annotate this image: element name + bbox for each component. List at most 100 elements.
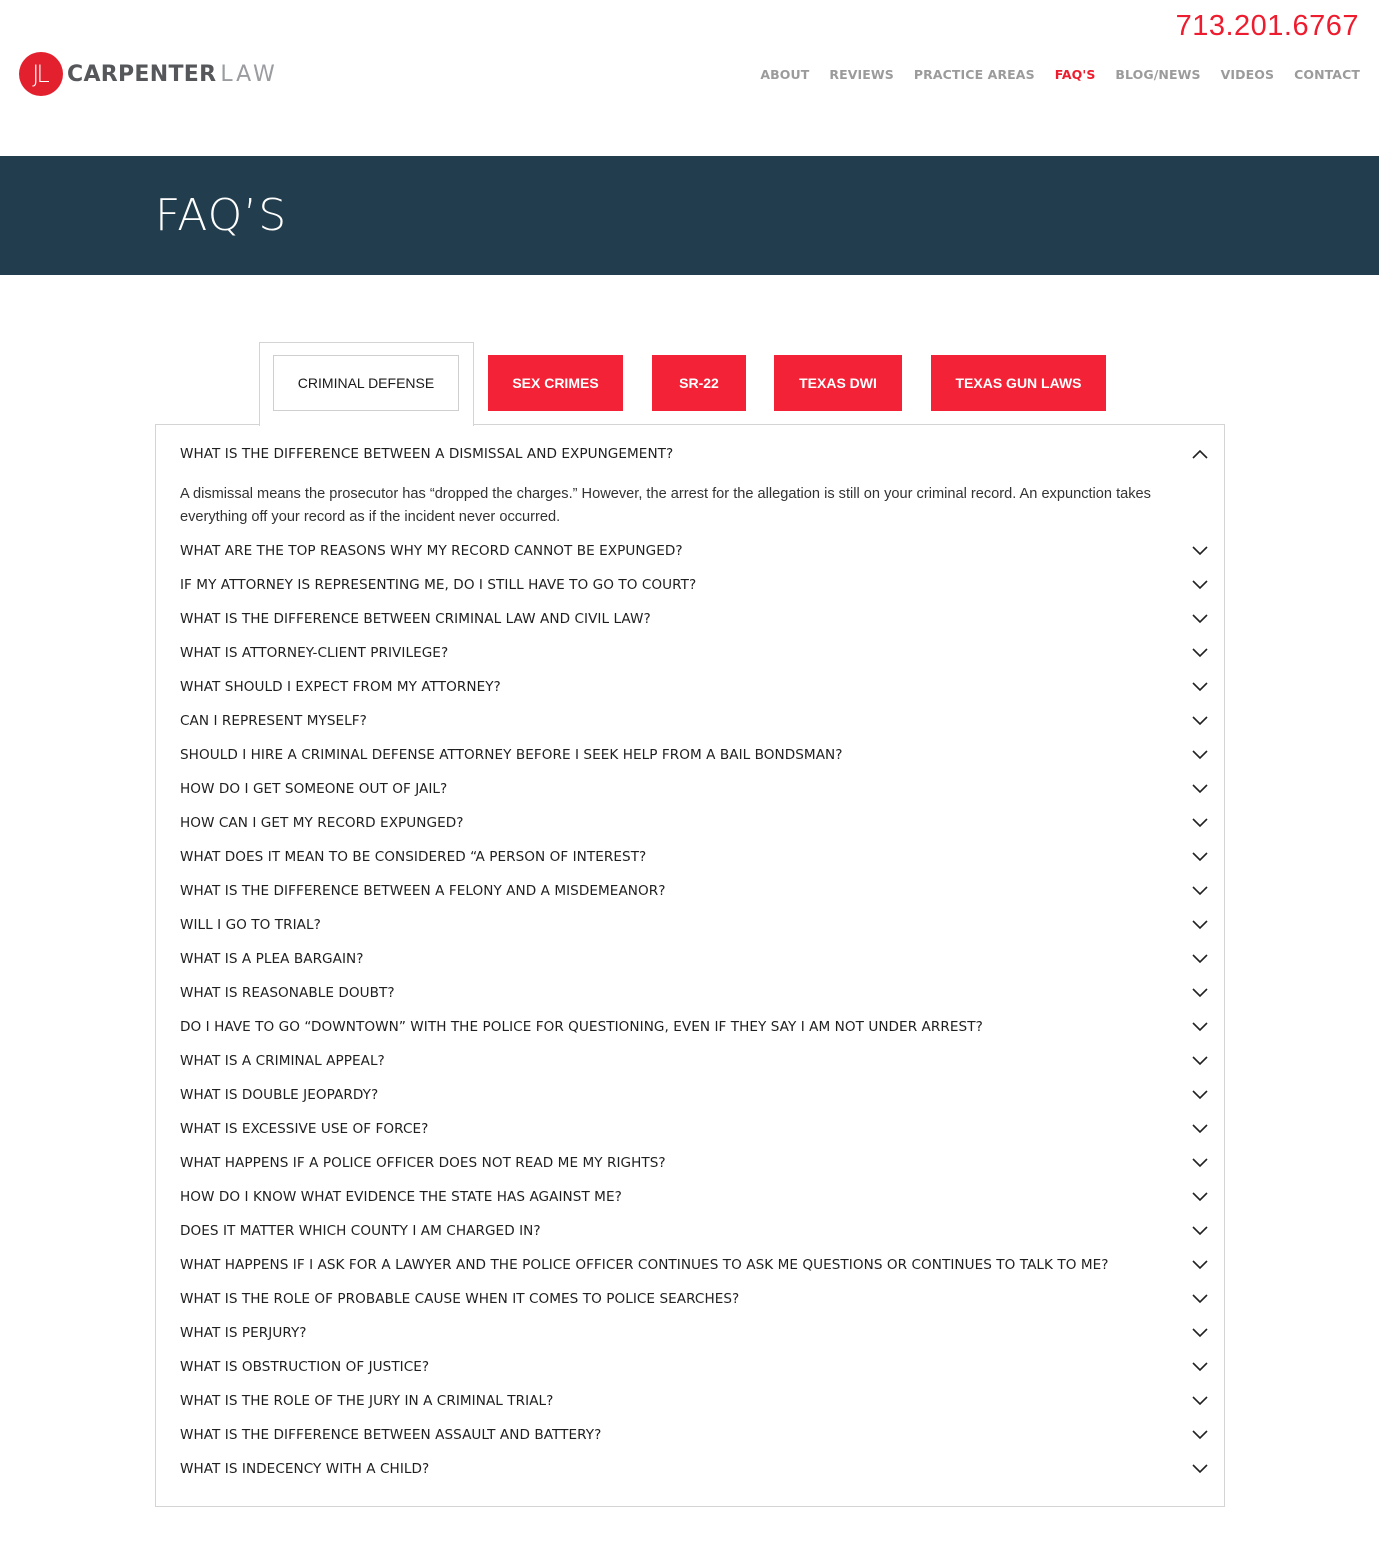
faq-question-toggle[interactable]: WILL I GO TO TRIAL? [156, 908, 1224, 942]
nav-faqs[interactable]: FAQ'S [1055, 67, 1096, 82]
chevron-down-icon[interactable] [1192, 1192, 1208, 1202]
faq-question-text: IF MY ATTORNEY IS REPRESENTING ME, DO I … [180, 577, 697, 593]
faq-question-toggle[interactable]: WHAT IS THE DIFFERENCE BETWEEN A DISMISS… [156, 425, 1224, 483]
faq-item: WHAT IS THE ROLE OF THE JURY IN A CRIMIN… [156, 1384, 1224, 1418]
chevron-down-icon[interactable] [1192, 886, 1208, 896]
faq-question-text: SHOULD I HIRE A CRIMINAL DEFENSE ATTORNE… [180, 747, 843, 763]
chevron-down-icon[interactable] [1192, 818, 1208, 828]
chevron-down-icon[interactable] [1192, 1260, 1208, 1270]
faq-question-text: WHAT IS OBSTRUCTION OF JUSTICE? [180, 1359, 430, 1375]
faq-question-toggle[interactable]: WHAT IS THE DIFFERENCE BETWEEN ASSAULT A… [156, 1418, 1224, 1452]
faq-question-toggle[interactable]: WHAT IS EXCESSIVE USE OF FORCE? [156, 1112, 1224, 1146]
chevron-down-icon[interactable] [1192, 648, 1208, 658]
faq-question-toggle[interactable]: WHAT HAPPENS IF I ASK FOR A LAWYER AND T… [156, 1248, 1224, 1282]
faq-item: WHAT IS THE ROLE OF PROBABLE CAUSE WHEN … [156, 1282, 1224, 1316]
page-banner: FAQ’S [0, 156, 1379, 275]
faq-question-toggle[interactable]: WHAT SHOULD I EXPECT FROM MY ATTORNEY? [156, 670, 1224, 704]
faq-question-text: WHAT IS A PLEA BARGAIN? [180, 951, 364, 967]
faq-question-text: WHAT IS EXCESSIVE USE OF FORCE? [180, 1121, 429, 1137]
logo[interactable]: JL CARPENTER LAW [19, 52, 278, 96]
faq-question-toggle[interactable]: WHAT IS REASONABLE DOUBT? [156, 976, 1224, 1010]
chevron-down-icon[interactable] [1192, 1464, 1208, 1474]
faq-item: HOW DO I KNOW WHAT EVIDENCE THE STATE HA… [156, 1180, 1224, 1214]
tab-sr-22[interactable]: SR-22 [652, 355, 746, 411]
chevron-down-icon[interactable] [1192, 784, 1208, 794]
chevron-down-icon[interactable] [1192, 1226, 1208, 1236]
chevron-down-icon[interactable] [1192, 1124, 1208, 1134]
faq-item: WHAT IS OBSTRUCTION OF JUSTICE? [156, 1350, 1224, 1384]
faq-question-toggle[interactable]: DOES IT MATTER WHICH COUNTY I AM CHARGED… [156, 1214, 1224, 1248]
faq-item: DO I HAVE TO GO “DOWNTOWN” WITH THE POLI… [156, 1010, 1224, 1044]
faq-question-toggle[interactable]: WHAT IS PERJURY? [156, 1316, 1224, 1350]
faq-question-text: HOW DO I KNOW WHAT EVIDENCE THE STATE HA… [180, 1189, 622, 1205]
faq-question-toggle[interactable]: WHAT IS THE ROLE OF THE JURY IN A CRIMIN… [156, 1384, 1224, 1418]
chevron-down-icon[interactable] [1192, 1056, 1208, 1066]
faq-question-text: WHAT ARE THE TOP REASONS WHY MY RECORD C… [180, 543, 683, 559]
faq-item: SHOULD I HIRE A CRIMINAL DEFENSE ATTORNE… [156, 738, 1224, 772]
faq-question-text: WHAT IS THE ROLE OF THE JURY IN A CRIMIN… [180, 1393, 554, 1409]
faq-answer-text: A dismissal means the prosecutor has “dr… [180, 486, 1151, 525]
chevron-down-icon[interactable] [1192, 1328, 1208, 1338]
faq-question-toggle[interactable]: WHAT IS A CRIMINAL APPEAL? [156, 1044, 1224, 1078]
chevron-down-icon[interactable] [1192, 1090, 1208, 1100]
nav-reviews[interactable]: REVIEWS [829, 67, 894, 82]
faq-item: WHAT IS REASONABLE DOUBT? [156, 976, 1224, 1010]
chevron-down-icon[interactable] [1192, 1022, 1208, 1032]
faq-question-text: WHAT IS THE DIFFERENCE BETWEEN A DISMISS… [180, 446, 674, 462]
faq-question-text: HOW CAN I GET MY RECORD EXPUNGED? [180, 815, 464, 831]
nav-blog-news[interactable]: BLOG/NEWS [1115, 67, 1200, 82]
tab-texas-gun-laws[interactable]: TEXAS GUN LAWS [931, 355, 1106, 411]
faq-question-toggle[interactable]: HOW CAN I GET MY RECORD EXPUNGED? [156, 806, 1224, 840]
chevron-down-icon[interactable] [1192, 1396, 1208, 1406]
nav-videos[interactable]: VIDEOS [1221, 67, 1274, 82]
faq-question-toggle[interactable]: WHAT IS INDECENCY WITH A CHILD? [156, 1452, 1224, 1486]
chevron-down-icon[interactable] [1192, 716, 1208, 726]
faq-accordion: WHAT IS THE DIFFERENCE BETWEEN A DISMISS… [155, 424, 1225, 1507]
chevron-down-icon[interactable] [1192, 920, 1208, 930]
chevron-down-icon[interactable] [1192, 682, 1208, 692]
faq-item: IF MY ATTORNEY IS REPRESENTING ME, DO I … [156, 568, 1224, 602]
chevron-down-icon[interactable] [1192, 580, 1208, 590]
faq-question-toggle[interactable]: HOW DO I KNOW WHAT EVIDENCE THE STATE HA… [156, 1180, 1224, 1214]
chevron-down-icon[interactable] [1192, 988, 1208, 998]
faq-item: WILL I GO TO TRIAL? [156, 908, 1224, 942]
faq-question-text: WHAT IS THE DIFFERENCE BETWEEN CRIMINAL … [180, 611, 651, 627]
faq-question-toggle[interactable]: WHAT IS ATTORNEY-CLIENT PRIVILEGE? [156, 636, 1224, 670]
faq-question-toggle[interactable]: WHAT IS DOUBLE JEOPARDY? [156, 1078, 1224, 1112]
tab-sex-crimes[interactable]: SEX CRIMES [488, 355, 623, 411]
faq-question-text: WHAT DOES IT MEAN TO BE CONSIDERED “A PE… [180, 849, 647, 865]
faq-question-toggle[interactable]: WHAT IS THE DIFFERENCE BETWEEN CRIMINAL … [156, 602, 1224, 636]
faq-question-text: DO I HAVE TO GO “DOWNTOWN” WITH THE POLI… [180, 1019, 983, 1035]
chevron-down-icon[interactable] [1192, 1294, 1208, 1304]
faq-question-toggle[interactable]: WHAT IS A PLEA BARGAIN? [156, 942, 1224, 976]
faq-item: DOES IT MATTER WHICH COUNTY I AM CHARGED… [156, 1214, 1224, 1248]
faq-question-toggle[interactable]: WHAT IS THE DIFFERENCE BETWEEN A FELONY … [156, 874, 1224, 908]
chevron-down-icon[interactable] [1192, 614, 1208, 624]
chevron-down-icon[interactable] [1192, 1362, 1208, 1372]
faq-question-toggle[interactable]: WHAT IS THE ROLE OF PROBABLE CAUSE WHEN … [156, 1282, 1224, 1316]
phone-number[interactable]: 713.201.6767 [1176, 10, 1359, 43]
faq-question-toggle[interactable]: WHAT HAPPENS IF A POLICE OFFICER DOES NO… [156, 1146, 1224, 1180]
nav-about[interactable]: ABOUT [760, 67, 809, 82]
faq-question-toggle[interactable]: CAN I REPRESENT MYSELF? [156, 704, 1224, 738]
chevron-up-icon[interactable] [1192, 449, 1208, 459]
chevron-down-icon[interactable] [1192, 954, 1208, 964]
chevron-down-icon[interactable] [1192, 1158, 1208, 1168]
faq-question-text: WHAT IS THE ROLE OF PROBABLE CAUSE WHEN … [180, 1291, 740, 1307]
nav-practice-areas[interactable]: PRACTICE AREAS [914, 67, 1035, 82]
chevron-down-icon[interactable] [1192, 546, 1208, 556]
chevron-down-icon[interactable] [1192, 750, 1208, 760]
tab-criminal-defense[interactable]: CRIMINAL DEFENSE [273, 355, 459, 411]
faq-question-toggle[interactable]: WHAT IS OBSTRUCTION OF JUSTICE? [156, 1350, 1224, 1384]
faq-question-text: WHAT IS A CRIMINAL APPEAL? [180, 1053, 385, 1069]
faq-question-toggle[interactable]: WHAT DOES IT MEAN TO BE CONSIDERED “A PE… [156, 840, 1224, 874]
chevron-down-icon[interactable] [1192, 1430, 1208, 1440]
faq-question-toggle[interactable]: HOW DO I GET SOMEONE OUT OF JAIL? [156, 772, 1224, 806]
tab-texas-dwi[interactable]: TEXAS DWI [774, 355, 902, 411]
faq-question-toggle[interactable]: IF MY ATTORNEY IS REPRESENTING ME, DO I … [156, 568, 1224, 602]
faq-question-toggle[interactable]: WHAT ARE THE TOP REASONS WHY MY RECORD C… [156, 534, 1224, 568]
faq-question-toggle[interactable]: DO I HAVE TO GO “DOWNTOWN” WITH THE POLI… [156, 1010, 1224, 1044]
faq-question-toggle[interactable]: SHOULD I HIRE A CRIMINAL DEFENSE ATTORNE… [156, 738, 1224, 772]
chevron-down-icon[interactable] [1192, 852, 1208, 862]
nav-contact[interactable]: CONTACT [1294, 67, 1360, 82]
